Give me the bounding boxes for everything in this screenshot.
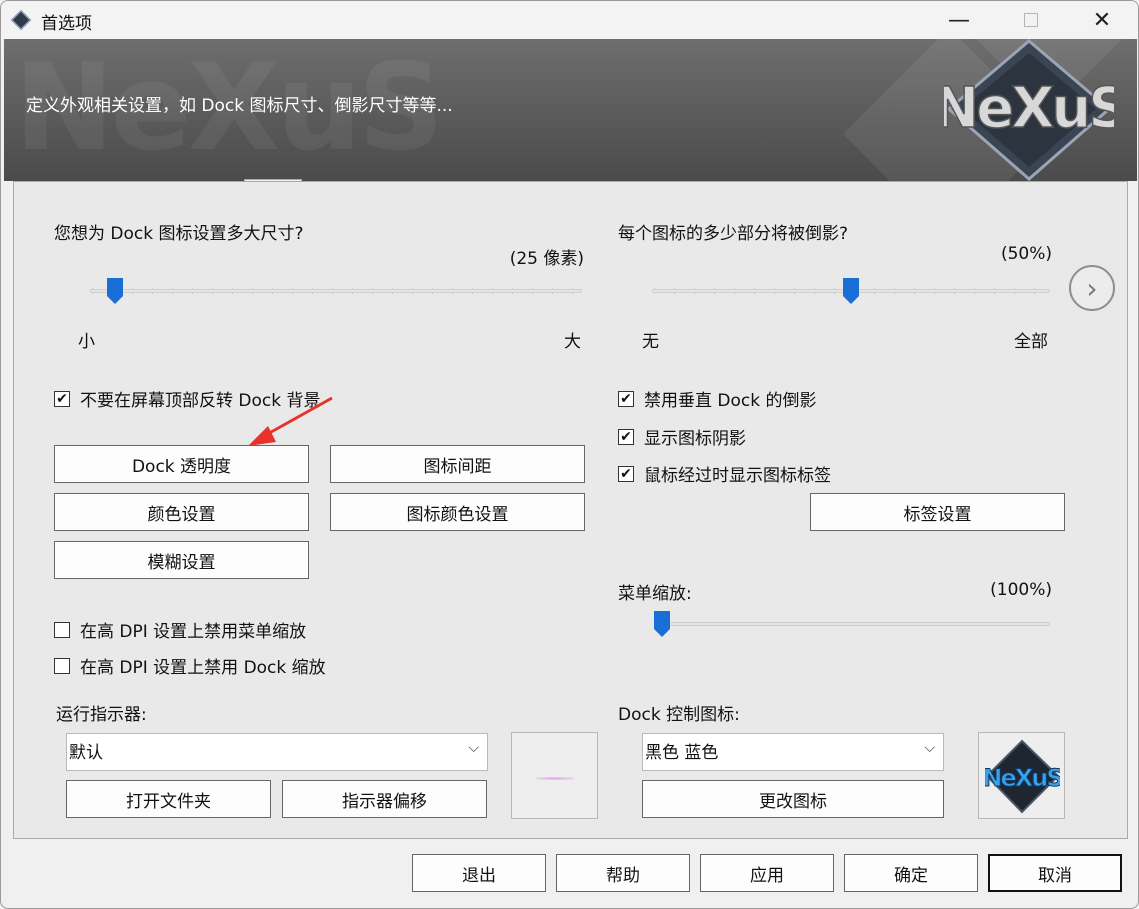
checkbox-label: 在高 DPI 设置上禁用菜单缩放 (80, 622, 307, 642)
preferences-window: 首选项 — ✕ NeXuS 定义外观相关设置，如 Dock 图标尺寸、倒影尺寸等… (0, 0, 1139, 909)
icon-size-slider[interactable] (90, 289, 582, 293)
reflection-max-label: 全部 (1014, 332, 1048, 352)
close-button[interactable]: ✕ (1067, 1, 1137, 39)
show-icon-shadow-checkbox[interactable]: ✔ 显示图标阴影 (618, 424, 746, 449)
indicator-preview-glow (536, 777, 574, 780)
icon-color-settings-button[interactable]: 图标颜色设置 (330, 493, 585, 531)
dock-control-icon-preview: NeXuS (978, 732, 1065, 819)
chevron-down-icon: ⌵ (924, 740, 935, 756)
dock-control-icon-label: Dock 控制图标: (618, 705, 740, 725)
checkbox-box: ✔ (618, 465, 634, 482)
run-indicator-label: 运行指示器: (56, 705, 147, 725)
chevron-right-icon: › (1086, 271, 1098, 305)
run-indicator-value: 默认 (69, 743, 103, 763)
menu-scale-slider[interactable] (654, 622, 1050, 626)
reflection-min-label: 无 (642, 332, 659, 352)
icon-size-thumb[interactable] (106, 278, 123, 304)
checkbox-box: ✔ (618, 390, 634, 407)
icon-size-value: (25 像素) (509, 249, 584, 269)
checkbox-label: 在高 DPI 设置上禁用 Dock 缩放 (80, 658, 326, 678)
logo-text: NeXuS (944, 76, 1114, 141)
color-settings-button[interactable]: 颜色设置 (54, 493, 309, 531)
show-hover-label-checkbox[interactable]: ✔ 鼠标经过时显示图标标签 (618, 461, 831, 486)
checkbox-label: 鼠标经过时显示图标标签 (644, 466, 831, 486)
checkbox-box: ✔ (54, 390, 70, 407)
dock-control-icon-select[interactable]: 黑色 蓝色 ⌵ (642, 733, 944, 771)
checkbox-label: 禁用垂直 Dock 的倒影 (644, 391, 817, 411)
exit-button[interactable]: 退出 (412, 854, 546, 892)
menu-scale-label: 菜单缩放: (618, 584, 692, 604)
icon-size-max-label: 大 (564, 332, 581, 352)
cancel-button[interactable]: 取消 (988, 854, 1122, 892)
indicator-offset-button[interactable]: 指示器偏移 (282, 780, 487, 818)
reflection-value: (50%) (1000, 244, 1052, 264)
menu-scale-value: (100%) (990, 580, 1052, 600)
close-icon: ✕ (1092, 7, 1112, 33)
next-page-button[interactable]: › (1069, 265, 1115, 311)
header-banner: NeXuS 定义外观相关设置，如 Dock 图标尺寸、倒影尺寸等等... NeX… (4, 39, 1137, 181)
maximize-icon (1024, 13, 1038, 27)
checkbox-box (54, 657, 70, 674)
disable-vertical-reflection-checkbox[interactable]: ✔ 禁用垂直 Dock 的倒影 (618, 386, 817, 411)
menu-scale-thumb[interactable] (654, 611, 670, 637)
checkbox-box: ✔ (618, 428, 634, 445)
nexus-preview-icon: NeXuS (985, 739, 1060, 814)
indicator-preview (511, 732, 598, 819)
reflection-question: 每个图标的多少部分将被倒影? (618, 224, 849, 244)
maximize-button[interactable] (996, 1, 1066, 39)
icon-spacing-button[interactable]: 图标间距 (330, 445, 585, 483)
ok-button[interactable]: 确定 (844, 854, 978, 892)
dock-opacity-button[interactable]: Dock 透明度 (54, 445, 309, 483)
dock-control-icon-value: 黑色 蓝色 (645, 743, 719, 763)
appearance-panel: 您想为 Dock 图标设置多大尺寸? (25 像素) 小 大 每个图标的多少部分… (13, 181, 1128, 839)
minimize-button[interactable]: — (924, 1, 994, 39)
help-button[interactable]: 帮助 (556, 854, 690, 892)
icon-size-question: 您想为 Dock 图标设置多大尺寸? (54, 224, 304, 244)
banner-description: 定义外观相关设置，如 Dock 图标尺寸、倒影尺寸等等... (26, 96, 453, 116)
checkbox-label: 显示图标阴影 (644, 429, 746, 449)
checkbox-box (54, 621, 70, 638)
chevron-down-icon: ⌵ (468, 740, 479, 756)
label-settings-button[interactable]: 标签设置 (810, 493, 1065, 531)
change-icon-button[interactable]: 更改图标 (642, 780, 944, 818)
annotation-arrow (248, 396, 333, 446)
run-indicator-select[interactable]: 默认 ⌵ (66, 733, 488, 771)
tab-4[interactable]: 外观 (244, 179, 302, 181)
open-folder-button[interactable]: 打开文件夹 (66, 780, 271, 818)
minimize-icon: — (948, 7, 970, 33)
disable-dock-dpi-scaling-checkbox[interactable]: 在高 DPI 设置上禁用 Dock 缩放 (54, 653, 326, 678)
icon-size-min-label: 小 (78, 332, 95, 352)
blur-settings-button[interactable]: 模糊设置 (54, 541, 309, 579)
preview-logo-text: NeXuS (985, 764, 1060, 792)
apply-button[interactable]: 应用 (700, 854, 834, 892)
title-bar: 首选项 — ✕ (1, 1, 1138, 39)
window-title: 首选项 (41, 14, 92, 34)
reflection-thumb[interactable] (843, 278, 859, 304)
app-diamond-icon (10, 9, 32, 31)
nexus-logo: NeXuS (944, 39, 1114, 181)
disable-menu-dpi-scaling-checkbox[interactable]: 在高 DPI 设置上禁用菜单缩放 (54, 617, 306, 642)
